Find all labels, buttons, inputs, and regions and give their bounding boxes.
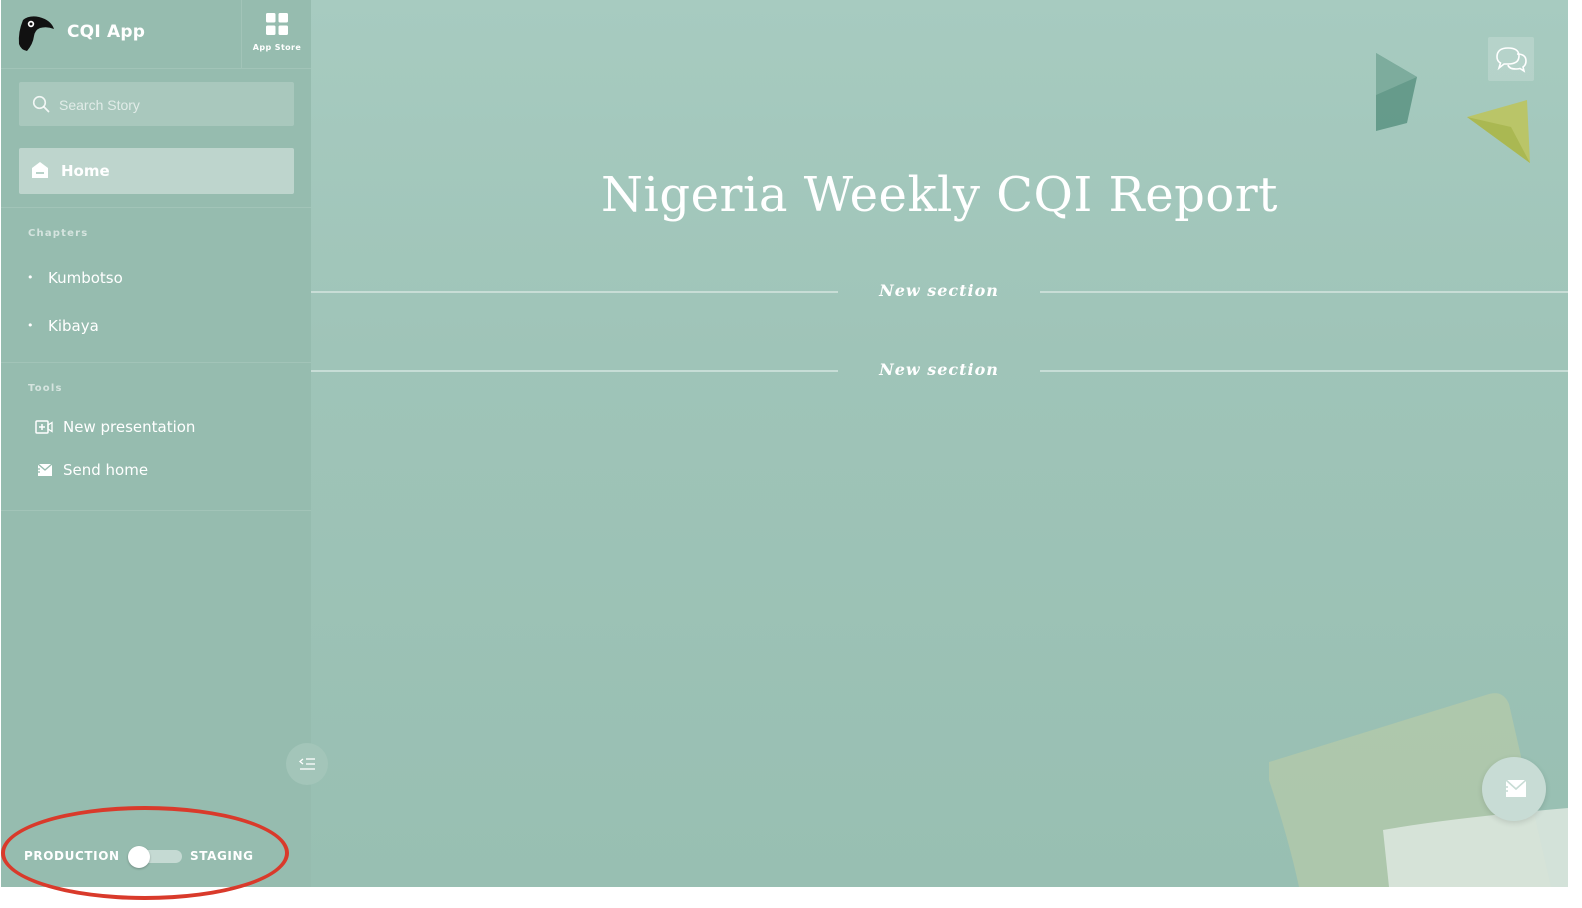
staging-label: STAGING [190, 849, 254, 863]
divider [1, 207, 311, 208]
toucan-logo-icon [18, 16, 54, 51]
bullet-icon: • [27, 319, 34, 332]
app-name: CQI App [67, 22, 146, 42]
environment-toggle[interactable] [128, 846, 182, 868]
grid-icon [266, 13, 288, 35]
send-home-fab[interactable] [1482, 757, 1546, 821]
chapter-label: Kibaya [48, 317, 99, 335]
story-canvas: Nigeria Weekly CQI Report New section Ne… [311, 0, 1568, 887]
new-presentation-label: New presentation [63, 418, 196, 436]
report-title: Nigeria Weekly CQI Report [601, 167, 1278, 224]
home-icon [32, 162, 48, 178]
comments-button[interactable] [1488, 37, 1534, 81]
collapse-menu-icon [298, 758, 315, 770]
brand-header: CQI App [1, 0, 241, 69]
search-icon [32, 95, 50, 113]
video-add-icon [35, 420, 53, 434]
new-presentation-button[interactable]: New presentation [35, 413, 295, 441]
bullet-icon: • [27, 271, 34, 284]
section-rule-right [1040, 370, 1568, 372]
divider [1, 510, 311, 511]
chapter-item-kibaya[interactable]: • Kibaya [27, 312, 287, 340]
section-rule-left [311, 291, 838, 293]
send-mail-icon [35, 463, 53, 476]
chat-bubbles-icon [1496, 47, 1527, 73]
production-label: PRODUCTION [24, 849, 120, 863]
chapter-label: Kumbotso [48, 269, 123, 287]
tools-heading: Tools [28, 383, 63, 394]
search-input[interactable] [57, 92, 286, 118]
app-store-button[interactable]: App Store [241, 0, 312, 69]
section-divider[interactable]: New section [311, 280, 1568, 304]
section-rule-right [1040, 291, 1568, 293]
send-mail-icon [1501, 779, 1527, 797]
home-button[interactable]: Home [19, 148, 294, 194]
send-home-button[interactable]: Send home [35, 456, 295, 484]
chapters-heading: Chapters [28, 228, 89, 239]
section-divider[interactable]: New section [311, 359, 1568, 383]
home-label: Home [61, 162, 110, 180]
section-title: New section [879, 360, 999, 379]
sidebar: CQI App App Store Home [1, 0, 312, 887]
app-window: CQI App App Store Home [0, 0, 1568, 887]
section-rule-left [311, 370, 838, 372]
search-box [19, 82, 294, 126]
section-title: New section [879, 281, 999, 300]
divider [1, 362, 311, 363]
collapse-sidebar-button[interactable] [286, 743, 328, 785]
chapter-item-kumbotso[interactable]: • Kumbotso [27, 264, 287, 292]
send-home-label: Send home [63, 461, 149, 479]
toggle-knob [128, 846, 150, 868]
app-store-label: App Store [252, 43, 302, 52]
